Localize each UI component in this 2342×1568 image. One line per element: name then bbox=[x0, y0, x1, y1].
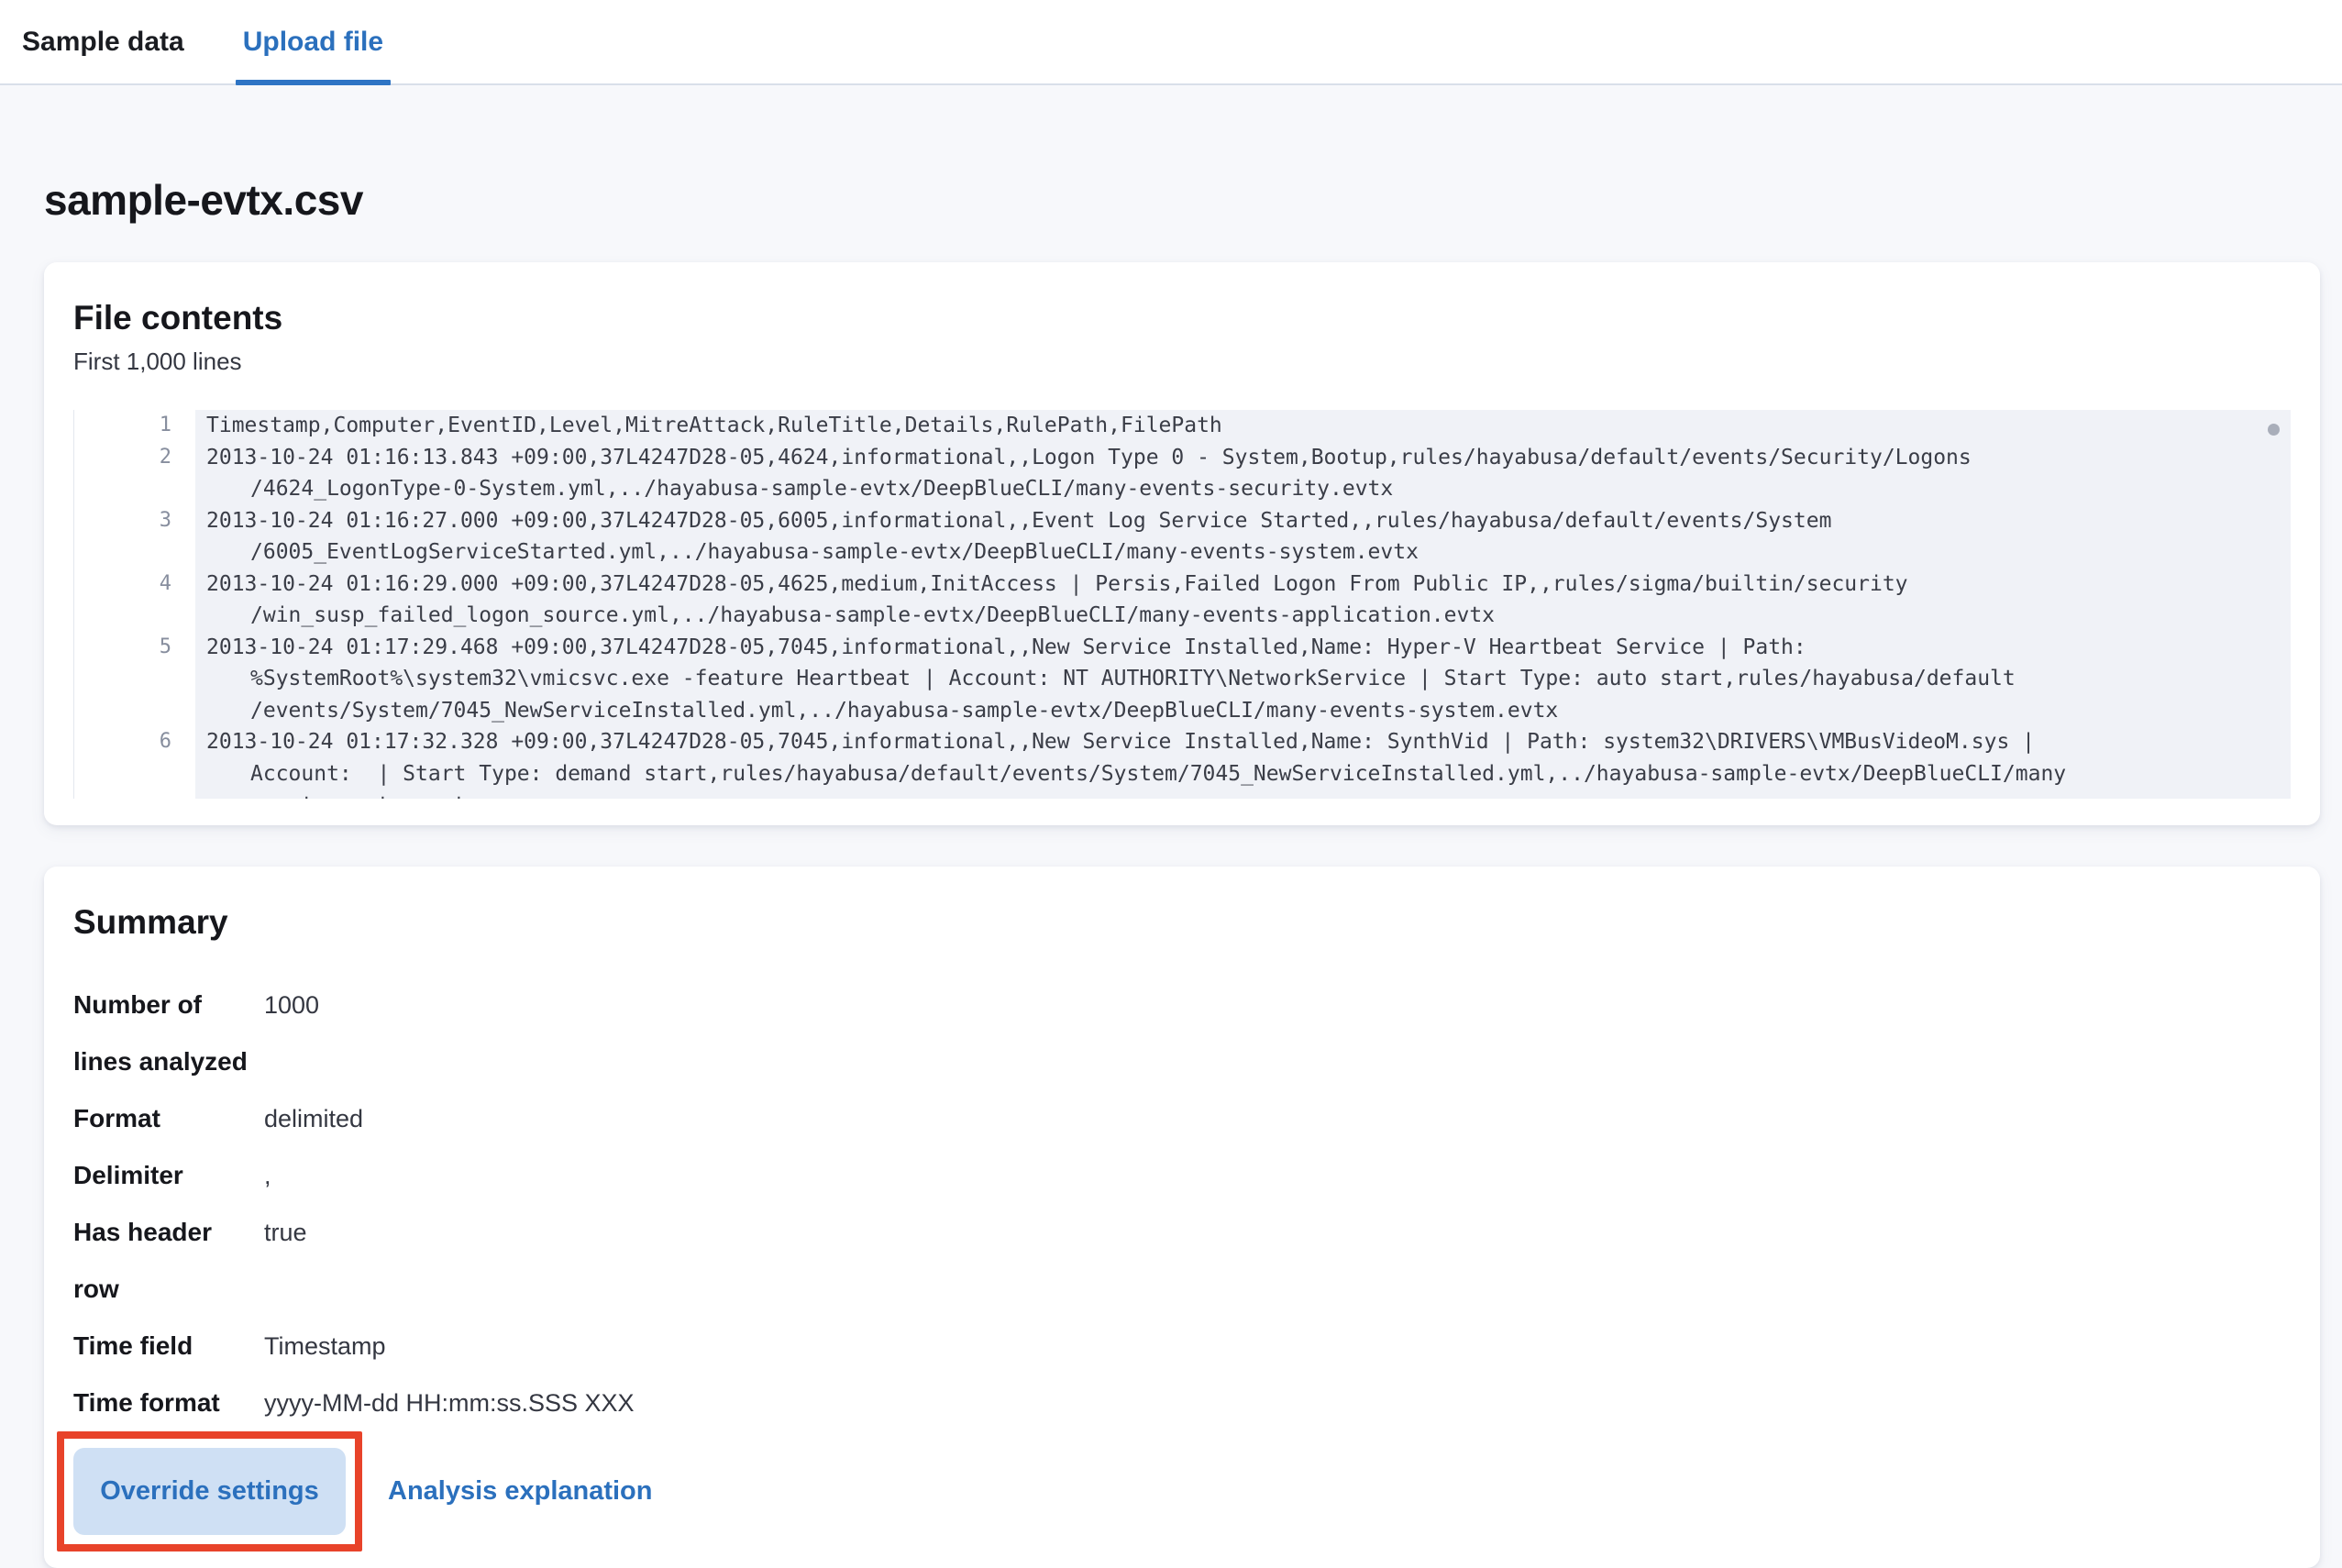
summary-label: Has header row bbox=[73, 1204, 264, 1318]
line-number: 5 bbox=[74, 632, 195, 664]
line-number: 6 bbox=[74, 726, 195, 758]
code-text: 2013-10-24 01:17:29.468 +09:00,37L4247D2… bbox=[195, 632, 2291, 664]
line-number: 2 bbox=[74, 442, 195, 474]
file-contents-heading: File contents bbox=[73, 297, 2291, 339]
code-line: Account: | Start Type: demand start,rule… bbox=[74, 758, 2291, 790]
summary-label: Delimiter bbox=[73, 1147, 264, 1204]
summary-value: Timestamp bbox=[264, 1318, 2291, 1375]
override-settings-button[interactable]: Override settings bbox=[73, 1448, 346, 1535]
summary-heading: Summary bbox=[73, 901, 2291, 944]
code-line: events-system.evtx bbox=[74, 790, 2291, 799]
file-contents-card: File contents First 1,000 lines 1Timesta… bbox=[44, 262, 2320, 825]
line-number bbox=[74, 600, 195, 632]
file-contents-subtitle: First 1,000 lines bbox=[73, 347, 2291, 376]
line-number bbox=[74, 663, 195, 695]
summary-list: Number of lines analyzed1000Formatdelimi… bbox=[73, 977, 2291, 1431]
code-line: /4624_LogonType-0-System.yml,../hayabusa… bbox=[74, 473, 2291, 505]
code-text: 2013-10-24 01:16:29.000 +09:00,37L4247D2… bbox=[195, 569, 2291, 601]
code-text: Account: | Start Type: demand start,rule… bbox=[195, 758, 2291, 790]
code-line: 42013-10-24 01:16:29.000 +09:00,37L4247D… bbox=[74, 569, 2291, 601]
code-text: events-system.evtx bbox=[195, 790, 2291, 799]
summary-value: 1000 bbox=[264, 977, 2291, 1090]
code-text: Timestamp,Computer,EventID,Level,MitreAt… bbox=[195, 410, 2291, 442]
code-line: 32013-10-24 01:16:27.000 +09:00,37L4247D… bbox=[74, 505, 2291, 537]
file-preview-editor[interactable]: 1Timestamp,Computer,EventID,Level,MitreA… bbox=[73, 410, 2291, 799]
line-number: 1 bbox=[74, 410, 195, 442]
summary-label: Time field bbox=[73, 1318, 264, 1375]
summary-value: , bbox=[264, 1147, 2291, 1204]
line-number bbox=[74, 536, 195, 569]
line-number bbox=[74, 473, 195, 505]
code-line: /events/System/7045_NewServiceInstalled.… bbox=[74, 695, 2291, 727]
code-line: %SystemRoot%\system32\vmicsvc.exe -featu… bbox=[74, 663, 2291, 695]
code-line: 1Timestamp,Computer,EventID,Level,MitreA… bbox=[74, 410, 2291, 442]
code-line: /win_susp_failed_logon_source.yml,../hay… bbox=[74, 600, 2291, 632]
summary-value: true bbox=[264, 1204, 2291, 1318]
code-text: 2013-10-24 01:17:32.328 +09:00,37L4247D2… bbox=[195, 726, 2291, 758]
code-text: /events/System/7045_NewServiceInstalled.… bbox=[195, 695, 2291, 727]
page-title: sample-evtx.csv bbox=[44, 175, 2320, 226]
code-text: 2013-10-24 01:16:13.843 +09:00,37L4247D2… bbox=[195, 442, 2291, 474]
line-number bbox=[74, 790, 195, 799]
code-line: 22013-10-24 01:16:13.843 +09:00,37L4247D… bbox=[74, 442, 2291, 474]
summary-label: Number of lines analyzed bbox=[73, 977, 264, 1090]
line-number: 3 bbox=[74, 505, 195, 537]
code-text: /4624_LogonType-0-System.yml,../hayabusa… bbox=[195, 473, 2291, 505]
summary-card: Summary Number of lines analyzed1000Form… bbox=[44, 867, 2320, 1568]
summary-actions: Override settings Analysis explanation bbox=[57, 1431, 2291, 1551]
code-line: /6005_EventLogServiceStarted.yml,../haya… bbox=[74, 536, 2291, 569]
page-body: sample-evtx.csv File contents First 1,00… bbox=[0, 175, 2342, 1568]
code-text: /6005_EventLogServiceStarted.yml,../haya… bbox=[195, 536, 2291, 569]
line-number bbox=[74, 695, 195, 727]
summary-label: Format bbox=[73, 1090, 264, 1147]
summary-value: delimited bbox=[264, 1090, 2291, 1147]
scrollbar-thumb[interactable] bbox=[2268, 424, 2280, 436]
line-number: 4 bbox=[74, 569, 195, 601]
analysis-explanation-link[interactable]: Analysis explanation bbox=[388, 1476, 653, 1507]
code-line: 62013-10-24 01:17:32.328 +09:00,37L4247D… bbox=[74, 726, 2291, 758]
summary-label: Time format bbox=[73, 1375, 264, 1431]
annotation-highlight: Override settings bbox=[57, 1431, 362, 1551]
line-number bbox=[74, 758, 195, 790]
summary-value: yyyy-MM-dd HH:mm:ss.SSS XXX bbox=[264, 1375, 2291, 1431]
code-text: /win_susp_failed_logon_source.yml,../hay… bbox=[195, 600, 2291, 632]
tab-upload-file[interactable]: Upload file bbox=[236, 0, 391, 83]
code-text: %SystemRoot%\system32\vmicsvc.exe -featu… bbox=[195, 663, 2291, 695]
code-line: 52013-10-24 01:17:29.468 +09:00,37L4247D… bbox=[74, 632, 2291, 664]
top-tab-bar: Sample data Upload file bbox=[0, 0, 2342, 85]
code-text: 2013-10-24 01:16:27.000 +09:00,37L4247D2… bbox=[195, 505, 2291, 537]
tab-sample-data[interactable]: Sample data bbox=[15, 0, 192, 83]
